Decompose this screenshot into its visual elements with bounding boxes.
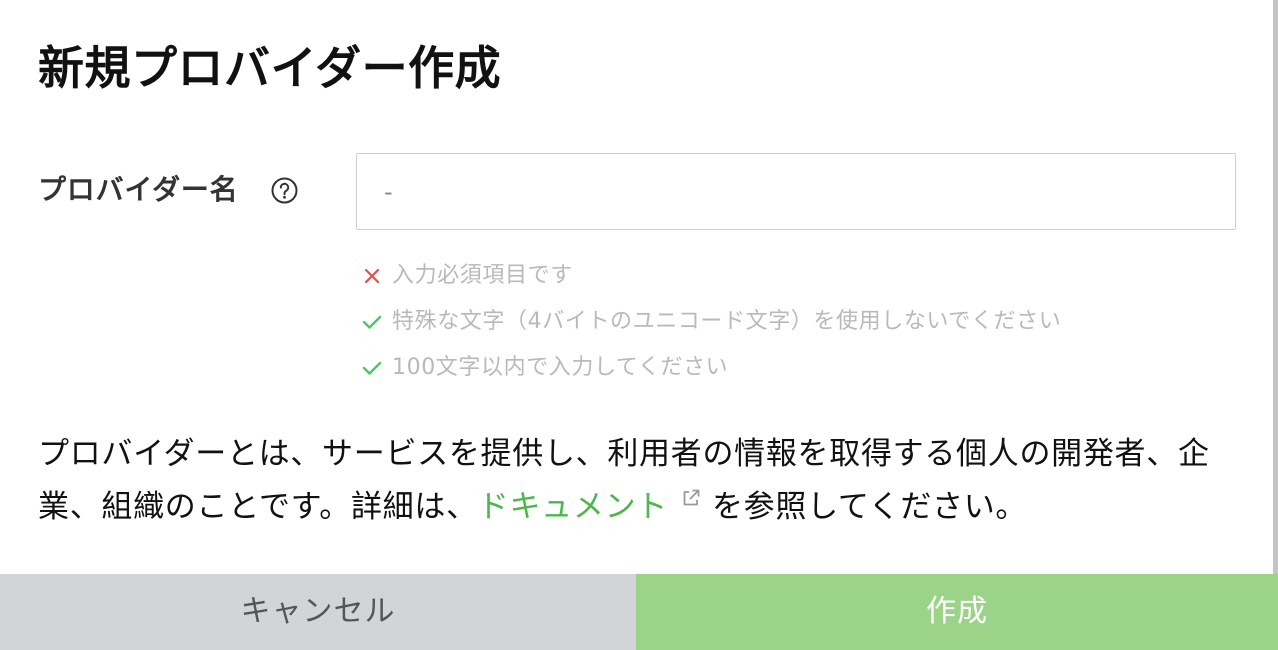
provider-description: プロバイダーとは、サービスを提供し、利用者の情報を取得する個人の開発者、企業、組… — [38, 428, 1233, 534]
create-provider-dialog: 新規プロバイダー作成 プロバイダー名 入力必須項目です 特殊な文字（4バイトのユ… — [0, 0, 1278, 650]
page-title: 新規プロバイダー作成 — [38, 41, 502, 95]
scrollbar[interactable] — [1273, 0, 1278, 574]
validation-text: 入力必須項目です — [392, 263, 573, 288]
dialog-footer: キャンセル 作成 — [0, 574, 1278, 650]
validation-text: 100文字以内で入力してください — [392, 355, 729, 380]
cancel-button[interactable]: キャンセル — [0, 574, 636, 650]
description-text-after: を参照してください。 — [711, 489, 1028, 525]
provider-name-input[interactable] — [356, 153, 1236, 230]
documentation-link[interactable]: ドキュメント — [478, 489, 668, 525]
create-button[interactable]: 作成 — [636, 574, 1278, 650]
validation-text: 特殊な文字（4バイトのユニコード文字）を使用しないでください — [392, 309, 1062, 334]
check-icon — [362, 358, 382, 378]
provider-name-label: プロバイダー名 — [38, 173, 239, 206]
cross-icon — [362, 266, 382, 286]
check-icon — [362, 312, 382, 332]
question-circle-icon[interactable] — [271, 177, 298, 204]
external-link-icon[interactable] — [680, 487, 702, 509]
